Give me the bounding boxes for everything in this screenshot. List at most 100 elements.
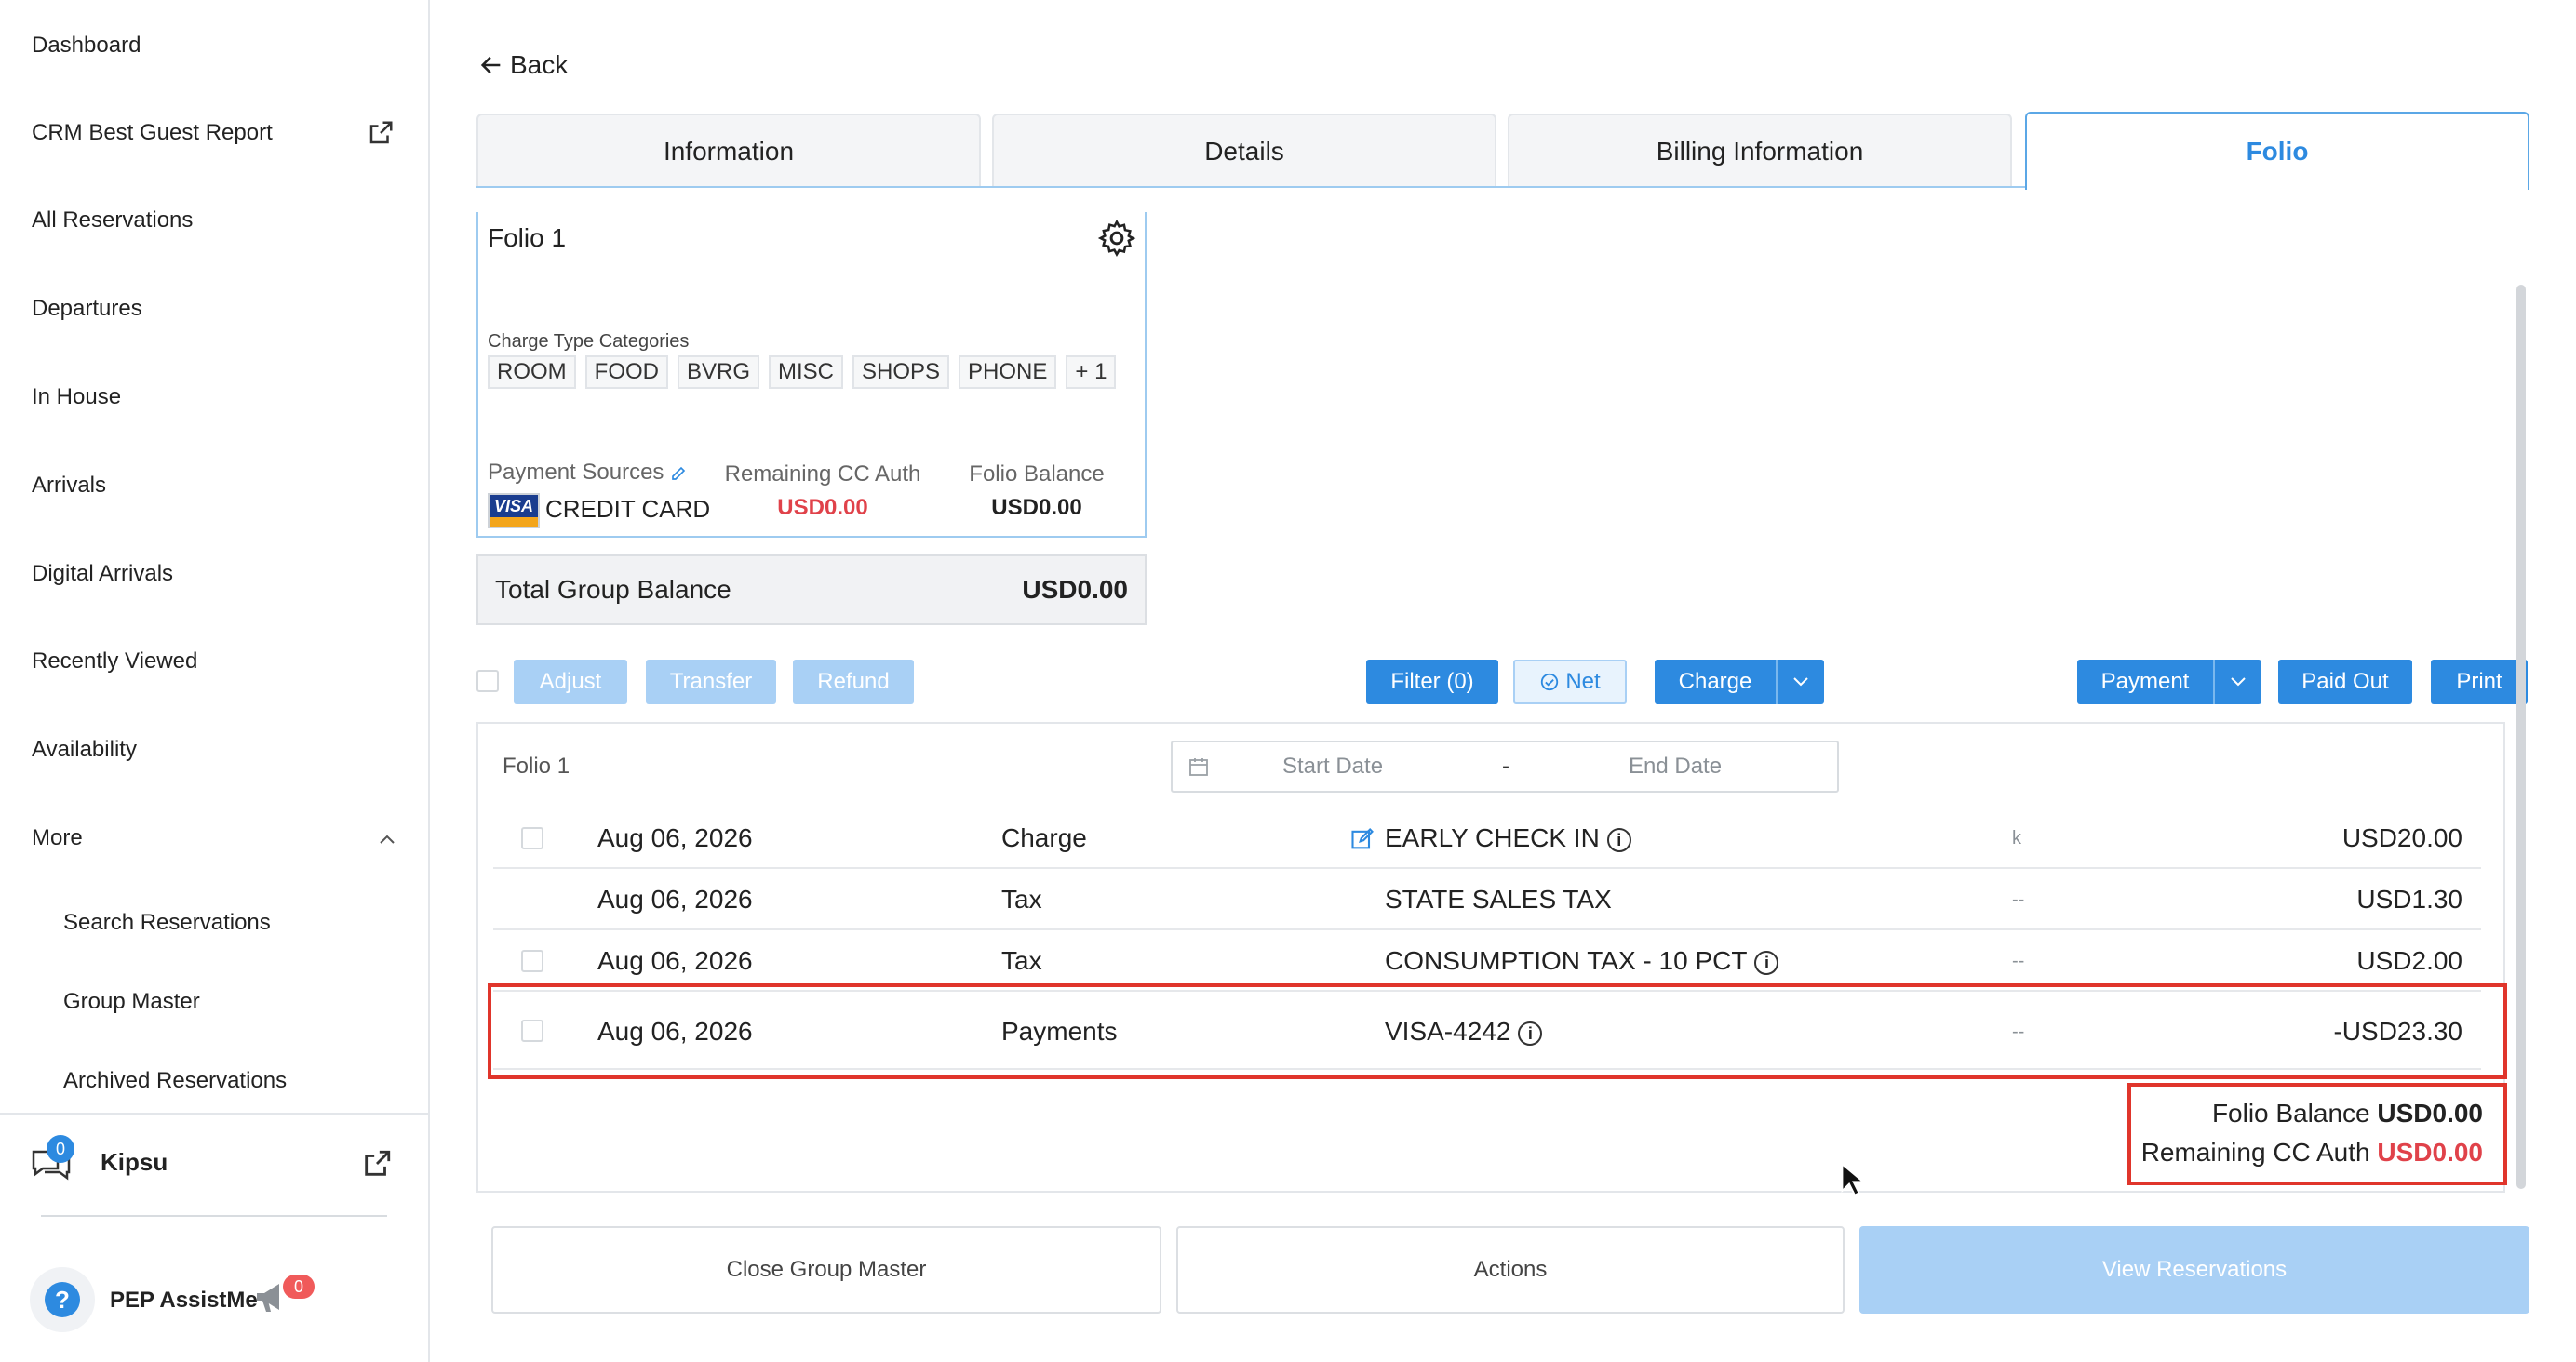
folio-balance-value: USD0.00	[991, 495, 1082, 520]
visa-card-icon: VISA	[488, 493, 540, 528]
arrow-left-icon	[480, 56, 501, 74]
start-date-input[interactable]: Start Date	[1282, 754, 1383, 780]
adjust-button[interactable]: Adjust	[514, 660, 627, 704]
chevron-down-icon	[1793, 677, 1808, 687]
payment-sources-label: Payment Sources	[488, 460, 687, 486]
row-ref: k	[2012, 828, 2021, 848]
select-all-checkbox[interactable]	[476, 670, 499, 692]
paid-out-button[interactable]: Paid Out	[2278, 660, 2412, 704]
filter-button[interactable]: Filter (0)	[1366, 660, 1498, 704]
category-chip: PHONE	[959, 355, 1057, 389]
calendar-icon	[1189, 758, 1208, 776]
category-chip: FOOD	[584, 355, 668, 389]
charge-button[interactable]: Charge	[1655, 660, 1776, 704]
row-checkbox[interactable]	[521, 950, 543, 972]
remaining-cc-auth-label: Remaining CC Auth	[724, 461, 921, 487]
help-icon[interactable]: ?	[45, 1282, 80, 1317]
row-ref: --	[2012, 889, 2025, 910]
back-label: Back	[510, 50, 569, 79]
category-chips: ROOM FOOD BVRG MISC SHOPS PHONE + 1	[488, 355, 1125, 389]
sidebar-item-all-reservations[interactable]: All Reservations	[32, 207, 193, 234]
row-type: Charge	[1001, 823, 1087, 852]
folio-title: Folio 1	[488, 223, 567, 252]
sidebar-item-recently-viewed[interactable]: Recently Viewed	[32, 648, 197, 675]
total-group-label: Total Group Balance	[495, 575, 731, 604]
table-row[interactable]: Aug 06, 2026 Tax STATE SALES TAX -- USD1…	[493, 869, 2481, 930]
mouse-cursor-icon	[1841, 1163, 1863, 1196]
net-toggle[interactable]: Net	[1513, 660, 1627, 704]
sidebar-item-departures[interactable]: Departures	[32, 295, 142, 323]
actions-button[interactable]: Actions	[1176, 1226, 1845, 1314]
row-date: Aug 06, 2026	[597, 823, 753, 852]
highlight-box	[2127, 1083, 2507, 1185]
category-chip: ROOM	[488, 355, 576, 389]
payment-source: CREDIT CARD	[545, 495, 711, 523]
row-checkbox[interactable]	[521, 827, 543, 849]
row-description: CONSUMPTION TAX - 10 PCT i	[1385, 945, 1779, 977]
date-separator: -	[1502, 754, 1509, 779]
folio-label: Folio 1	[503, 754, 570, 779]
edit-icon[interactable]	[670, 465, 687, 482]
row-type: Tax	[1001, 946, 1042, 975]
check-circle-icon	[1541, 673, 1559, 691]
chevron-up-icon[interactable]	[376, 830, 398, 848]
gear-icon[interactable]	[1096, 218, 1137, 259]
category-chip: MISC	[769, 355, 844, 389]
edit-icon[interactable]	[1349, 826, 1375, 852]
row-date: Aug 06, 2026	[597, 946, 753, 975]
info-icon[interactable]: i	[1606, 827, 1631, 852]
end-date-input[interactable]: End Date	[1629, 754, 1722, 780]
divider	[41, 1215, 387, 1217]
sidebar-item-dashboard[interactable]: Dashboard	[32, 32, 141, 60]
kipsu-section: 0 Kipsu ? PEP AssistMe 0	[0, 1113, 430, 1362]
assist-label[interactable]: PEP AssistMe	[110, 1288, 258, 1314]
row-amount: USD1.30	[2356, 885, 2462, 914]
remaining-cc-auth-value: USD0.00	[777, 495, 868, 520]
row-ref: --	[2012, 951, 2025, 971]
sidebar-item-group-master[interactable]: Group Master	[63, 988, 200, 1016]
tab-folio[interactable]: Folio	[2025, 112, 2529, 190]
sidebar-item-in-house[interactable]: In House	[32, 383, 121, 411]
view-reservations-button[interactable]: View Reservations	[1859, 1226, 2529, 1314]
info-icon[interactable]: i	[1754, 950, 1779, 975]
payment-button[interactable]: Payment	[2077, 660, 2213, 704]
kipsu-label[interactable]: Kipsu	[101, 1148, 168, 1177]
tab-information[interactable]: Information	[476, 114, 981, 188]
sidebar-item-availability[interactable]: Availability	[32, 736, 137, 764]
row-description: EARLY CHECK IN i	[1385, 822, 1631, 854]
back-link[interactable]: Back	[478, 50, 568, 80]
row-amount: USD2.00	[2356, 946, 2462, 975]
row-type: Tax	[1001, 885, 1042, 914]
charge-dropdown[interactable]	[1776, 660, 1824, 704]
total-group-value: USD0.00	[1022, 575, 1128, 604]
transfer-button[interactable]: Transfer	[646, 660, 776, 704]
external-link-icon[interactable]	[367, 119, 395, 147]
category-chip: BVRG	[678, 355, 760, 389]
row-amount: USD20.00	[2341, 823, 2462, 852]
tab-billing-information[interactable]: Billing Information	[1508, 114, 2012, 188]
tab-details[interactable]: Details	[992, 114, 1496, 188]
sidebar-item-crm-best-guest-report[interactable]: CRM Best Guest Report	[32, 119, 273, 147]
folio-balance-label: Folio Balance	[969, 461, 1105, 487]
sidebar-item-search-reservations[interactable]: Search Reservations	[63, 909, 271, 937]
table-row[interactable]: Aug 06, 2026 Charge EARLY CHECK IN i k US…	[493, 808, 2481, 869]
sidebar-item-digital-arrivals[interactable]: Digital Arrivals	[32, 560, 173, 588]
print-button[interactable]: Print	[2431, 660, 2528, 704]
folio-card[interactable]: Folio 1 Charge Type Categories ROOM FOOD B…	[476, 212, 1147, 538]
assist-badge: 0	[283, 1275, 315, 1299]
scrollbar[interactable]	[2516, 285, 2526, 1189]
refund-button[interactable]: Refund	[793, 660, 914, 704]
external-link-icon[interactable]	[361, 1148, 393, 1180]
sidebar: Dashboard CRM Best Guest Report All Rese…	[0, 0, 430, 1362]
close-group-master-button[interactable]: Close Group Master	[491, 1226, 1161, 1314]
sidebar-item-arrivals[interactable]: Arrivals	[32, 472, 106, 500]
payment-dropdown[interactable]	[2213, 660, 2261, 704]
category-chip-more[interactable]: + 1	[1066, 355, 1117, 389]
categories-label: Charge Type Categories	[488, 331, 690, 352]
row-date: Aug 06, 2026	[597, 885, 753, 914]
total-group-balance: Total Group Balance USD0.00	[476, 554, 1147, 625]
sidebar-item-archived-reservations[interactable]: Archived Reservations	[63, 1067, 287, 1095]
sidebar-item-more[interactable]: More	[32, 824, 83, 852]
date-range-picker[interactable]: Start Date - End Date	[1171, 741, 1839, 793]
row-description: STATE SALES TAX	[1385, 885, 1612, 914]
